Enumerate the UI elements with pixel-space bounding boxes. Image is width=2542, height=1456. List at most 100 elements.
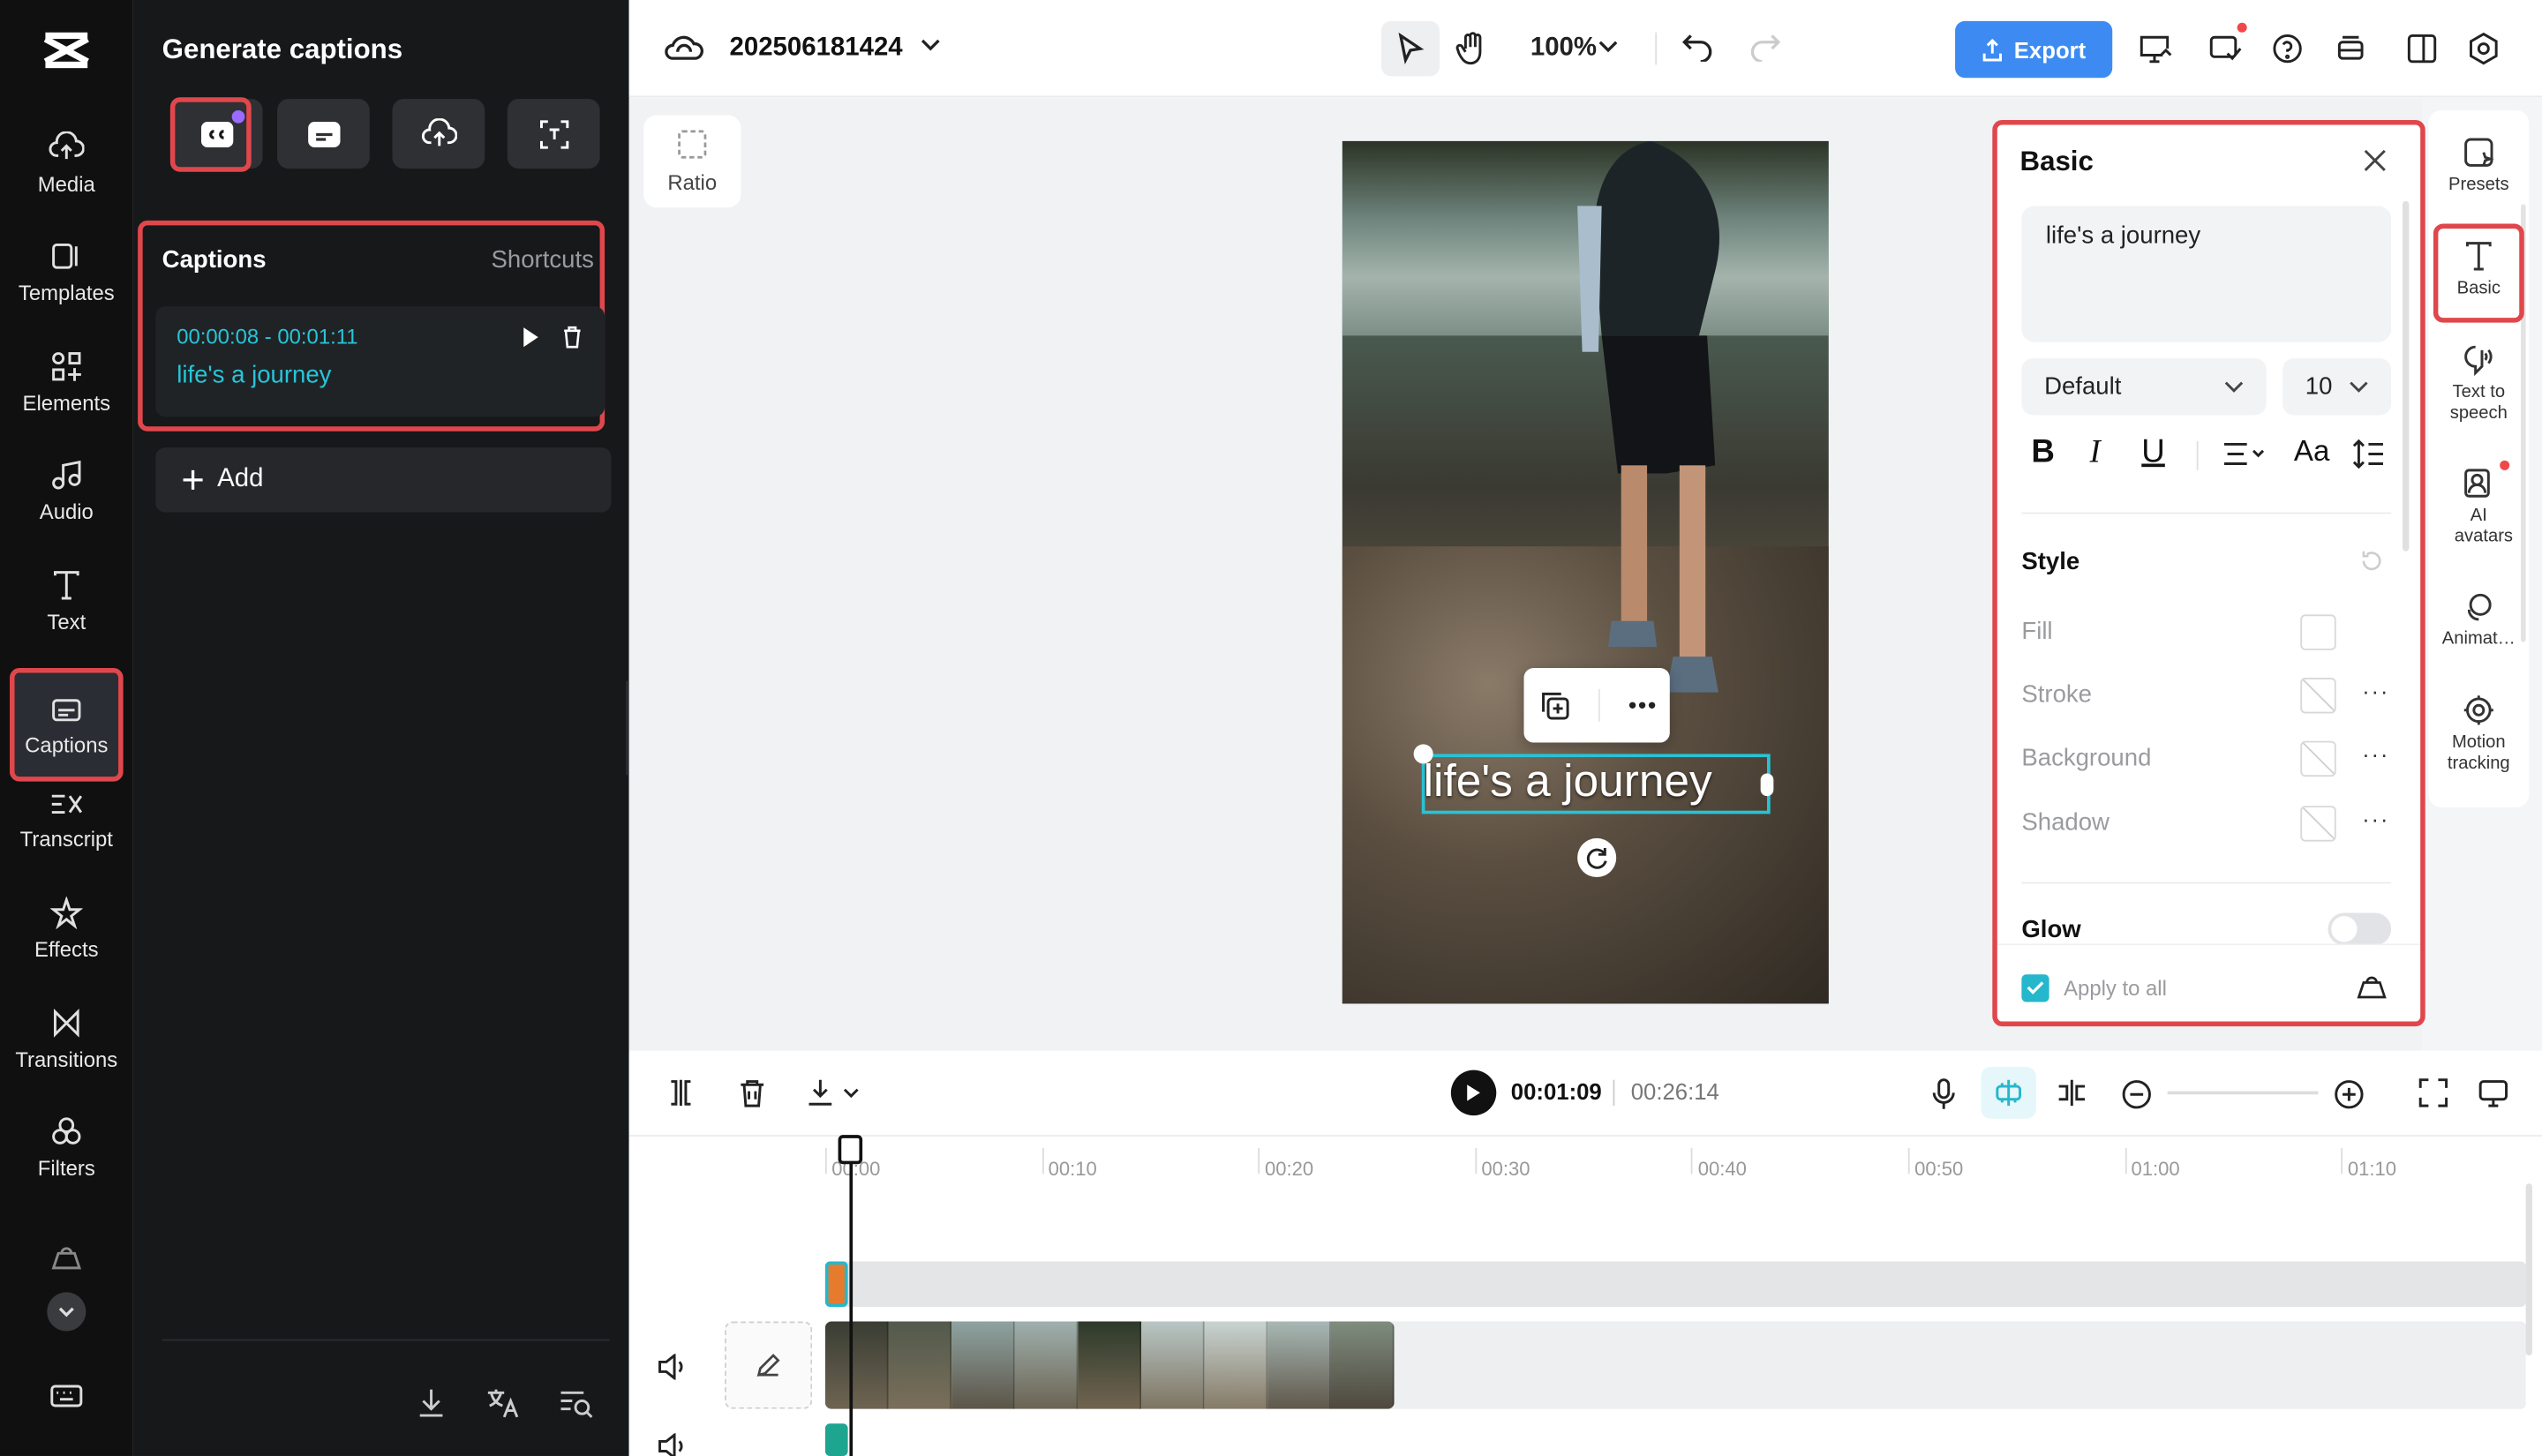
background-swatch[interactable] [2300, 740, 2336, 777]
shortcuts-link[interactable]: Shortcuts [492, 246, 594, 274]
share-screen-button[interactable] [2137, 33, 2172, 65]
rotate-handle[interactable] [1577, 837, 1617, 878]
ratio-button[interactable]: Ratio [643, 115, 741, 208]
zoom-level[interactable]: 100% [1530, 34, 1597, 64]
play-button[interactable] [1450, 1069, 1497, 1116]
underline-button[interactable]: U [2141, 434, 2165, 471]
case-button[interactable]: Aa [2294, 434, 2329, 469]
zoom-menu-button[interactable] [1598, 41, 1618, 54]
help-button[interactable] [2271, 33, 2304, 65]
playhead-line[interactable] [849, 1145, 854, 1456]
animation-tab[interactable]: Animat… [2428, 590, 2529, 650]
timeline-scrollbar[interactable] [2525, 1183, 2532, 1356]
stroke-swatch[interactable] [2300, 678, 2336, 714]
rail-expand-button[interactable] [47, 1292, 86, 1332]
stroke-more-button[interactable]: ··· [2362, 678, 2389, 703]
brand-kit-icon[interactable] [49, 1243, 84, 1272]
right-rail-scrollbar[interactable] [2521, 204, 2526, 642]
zoom-in-button[interactable] [2333, 1078, 2365, 1111]
rail-item-text[interactable]: Text [11, 548, 122, 655]
close-panel-button[interactable] [2364, 149, 2387, 172]
project-name[interactable]: 202506181424 [730, 34, 903, 64]
shadow-swatch[interactable] [2300, 806, 2336, 842]
manual-captions-button[interactable] [277, 99, 370, 169]
review-button[interactable] [2208, 22, 2247, 65]
ai-avatars-tab[interactable]: AI avatars [2428, 460, 2529, 548]
caption-item[interactable]: 00:00:08 - 00:01:11 life's a journey [155, 306, 605, 417]
delete-clip-button[interactable] [738, 1078, 767, 1107]
caption-track[interactable] [824, 1261, 2526, 1307]
text-to-speech-tab[interactable]: Text to speech [2428, 344, 2529, 425]
split-button[interactable] [666, 1078, 696, 1107]
presets-tab[interactable]: Presets [2428, 136, 2529, 196]
glow-toggle[interactable] [2328, 912, 2392, 946]
bold-button[interactable]: B [2031, 434, 2055, 471]
download-clip-button[interactable] [806, 1078, 861, 1107]
audio-clip[interactable] [824, 1423, 848, 1456]
edit-cover-button[interactable] [725, 1321, 813, 1409]
keyboard-icon[interactable] [49, 1383, 84, 1408]
translate-button[interactable] [485, 1386, 520, 1419]
fit-timeline-button[interactable] [2418, 1078, 2448, 1107]
italic-button[interactable]: I [2090, 434, 2101, 471]
zoom-slider[interactable] [2167, 1091, 2319, 1095]
play-caption-button[interactable] [521, 326, 540, 349]
cloud-save-icon[interactable] [665, 33, 703, 65]
export-button[interactable]: Export [1955, 20, 2113, 79]
width-handle[interactable] [1760, 773, 1774, 797]
download-captions-button[interactable] [415, 1386, 447, 1419]
preview-display-button[interactable] [2477, 1078, 2509, 1107]
rail-item-captions[interactable]: Captions [11, 672, 122, 780]
mute-track-button[interactable] [657, 1354, 689, 1380]
brand-style-button[interactable] [2356, 974, 2388, 1000]
delete-caption-button[interactable] [560, 326, 583, 349]
add-caption-button[interactable]: Add [155, 447, 612, 513]
caption-text-input[interactable]: life's a journey [2021, 206, 2392, 342]
basic-tab[interactable]: Basic [2428, 240, 2529, 300]
layout-toggle-button[interactable] [2406, 33, 2439, 65]
caption-clip[interactable] [824, 1261, 848, 1307]
video-preview[interactable]: life's a journey [1342, 140, 1829, 1004]
hand-tool-button[interactable] [1455, 31, 1488, 66]
motion-tracking-tab[interactable]: Motion tracking [2428, 694, 2529, 775]
zoom-out-button[interactable] [2120, 1078, 2153, 1111]
undo-button[interactable] [1681, 33, 1714, 62]
subtitle-text[interactable]: life's a journey [1424, 755, 1772, 807]
lyrics-recognition-button[interactable] [507, 99, 600, 169]
line-spacing-button[interactable] [2352, 438, 2385, 470]
font-family-select[interactable]: Default [2021, 358, 2267, 416]
layers-button[interactable] [2335, 33, 2367, 65]
rail-item-elements[interactable]: Elements [11, 329, 122, 436]
font-size-select[interactable]: 10 [2283, 358, 2392, 416]
caption-text[interactable]: life's a journey [177, 362, 331, 389]
rail-item-effects[interactable]: Effects [11, 875, 122, 982]
resize-handle[interactable] [1413, 744, 1433, 764]
record-voice-button[interactable] [1929, 1078, 1959, 1111]
panel-scrollbar[interactable] [2402, 200, 2410, 552]
apply-all-checkbox[interactable] [2021, 974, 2049, 1002]
upload-captions-button[interactable] [392, 99, 485, 169]
select-tool-button[interactable] [1380, 20, 1440, 77]
capcut-logo[interactable] [42, 29, 91, 71]
more-options-button[interactable] [1627, 701, 1656, 710]
video-clip[interactable] [824, 1321, 1395, 1409]
search-captions-button[interactable] [558, 1386, 593, 1419]
background-more-button[interactable]: ··· [2362, 741, 2389, 767]
playhead-handle[interactable] [838, 1135, 863, 1165]
rail-item-transitions[interactable]: Transitions [11, 986, 122, 1092]
rail-item-templates[interactable]: Templates [11, 219, 122, 326]
reset-style-button[interactable] [2360, 550, 2383, 573]
link-clips-button[interactable] [2056, 1078, 2088, 1107]
redo-button[interactable] [1749, 33, 1782, 62]
duplicate-button[interactable] [1538, 689, 1570, 722]
align-button[interactable] [2222, 441, 2265, 467]
fill-swatch[interactable] [2300, 614, 2336, 650]
rail-item-media[interactable]: Media [11, 110, 122, 217]
auto-captions-button[interactable] [169, 99, 263, 169]
rail-item-filters[interactable]: Filters [11, 1094, 122, 1201]
auto-snap-button[interactable] [1981, 1067, 2036, 1119]
rail-item-audio[interactable]: Audio [11, 438, 122, 544]
project-menu-button[interactable] [921, 39, 940, 52]
rail-item-transcript[interactable]: Transcript [11, 767, 122, 874]
settings-button[interactable] [2467, 32, 2500, 65]
